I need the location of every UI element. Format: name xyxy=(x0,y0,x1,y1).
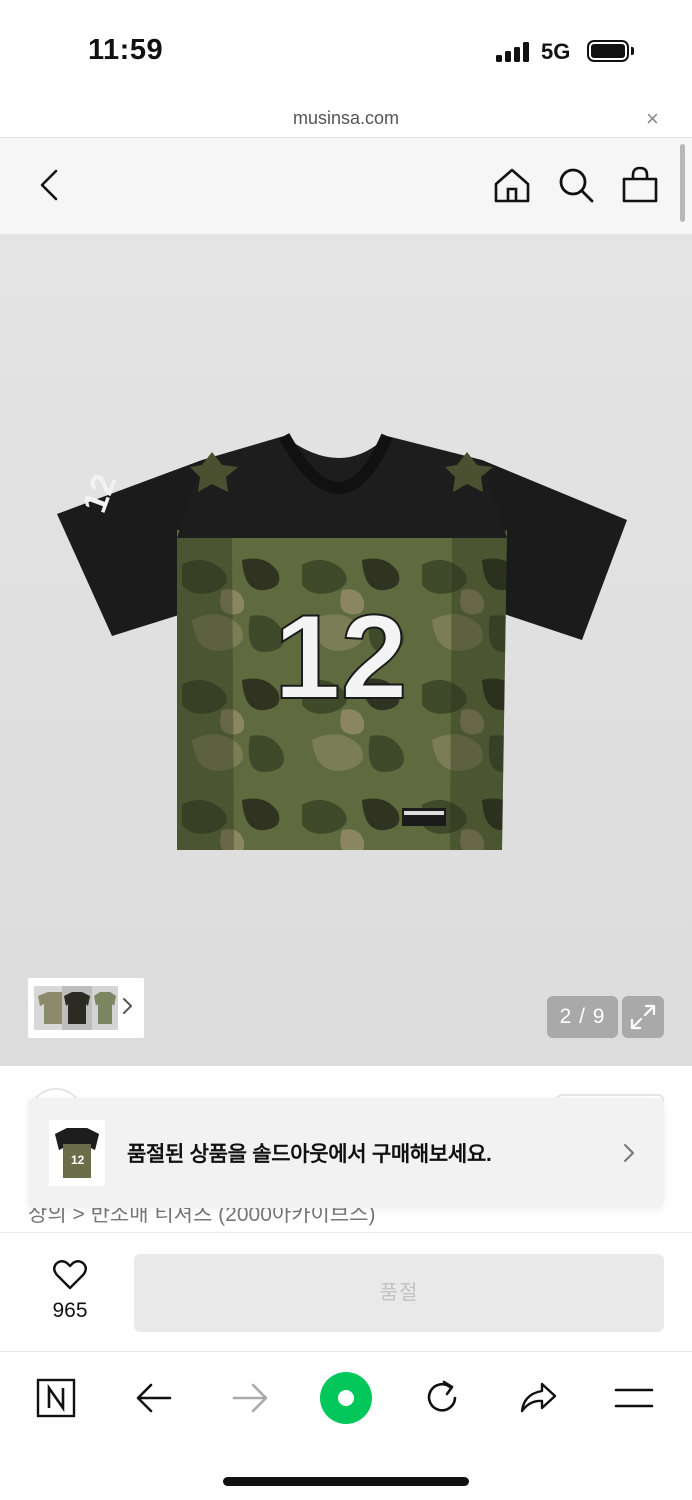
url-bar[interactable]: musinsa.com × xyxy=(0,100,692,138)
shopping-bag-icon[interactable] xyxy=(620,165,660,205)
svg-text:12: 12 xyxy=(71,1153,85,1167)
naver-n-icon[interactable] xyxy=(36,1378,76,1418)
signal-strength-icon xyxy=(496,42,532,62)
share-icon[interactable] xyxy=(518,1378,558,1418)
battery-icon xyxy=(587,40,629,62)
home-indicator xyxy=(223,1477,469,1486)
heart-icon[interactable] xyxy=(52,1259,88,1291)
toast-message: 품절된 상품을 솔드아웃에서 구매해보세요. xyxy=(127,1143,492,1166)
battery-tip xyxy=(631,47,634,55)
network-type: 5G xyxy=(541,39,571,64)
forward-arrow-icon[interactable] xyxy=(230,1378,270,1418)
site-header xyxy=(0,138,692,234)
search-icon[interactable] xyxy=(556,165,596,205)
reload-icon[interactable] xyxy=(422,1378,462,1418)
status-time: 11:59 xyxy=(88,34,164,66)
soldout-promo-banner[interactable]: 12 품절된 상품을 솔드아웃에서 구매해보세요. xyxy=(28,1098,664,1208)
close-icon[interactable]: × xyxy=(646,106,659,132)
status-bar: 11:59 5G xyxy=(0,0,692,100)
browser-toolbar xyxy=(0,1351,692,1500)
naver-green-dot-icon[interactable] xyxy=(320,1372,372,1424)
purchase-bar: 965 품절 xyxy=(0,1232,692,1350)
product-image-jersey[interactable]: 12 12 xyxy=(52,430,632,860)
chevron-right-icon[interactable] xyxy=(120,996,136,1016)
thumbnail-strip[interactable] xyxy=(28,978,144,1038)
chevron-right-icon[interactable] xyxy=(622,1141,636,1165)
thumbnail-3[interactable] xyxy=(92,986,118,1030)
toast-product-thumbnail: 12 xyxy=(49,1120,105,1186)
menu-icon[interactable] xyxy=(614,1378,654,1418)
svg-text:12: 12 xyxy=(274,590,407,724)
thumbnail-2[interactable] xyxy=(62,986,92,1030)
like-count: 965 xyxy=(52,1299,88,1322)
back-arrow-icon[interactable] xyxy=(134,1378,174,1418)
url-text: musinsa.com xyxy=(292,108,400,128)
soldout-button[interactable]: 품절 xyxy=(134,1254,664,1332)
back-chevron-icon[interactable] xyxy=(30,165,70,205)
scroll-indicator[interactable] xyxy=(680,144,685,222)
expand-icon[interactable] xyxy=(622,996,664,1038)
product-gallery[interactable]: 12 12 2 / 9 xyxy=(0,234,692,1066)
image-page-counter: 2 / 9 xyxy=(547,996,618,1038)
home-icon[interactable] xyxy=(492,165,532,205)
